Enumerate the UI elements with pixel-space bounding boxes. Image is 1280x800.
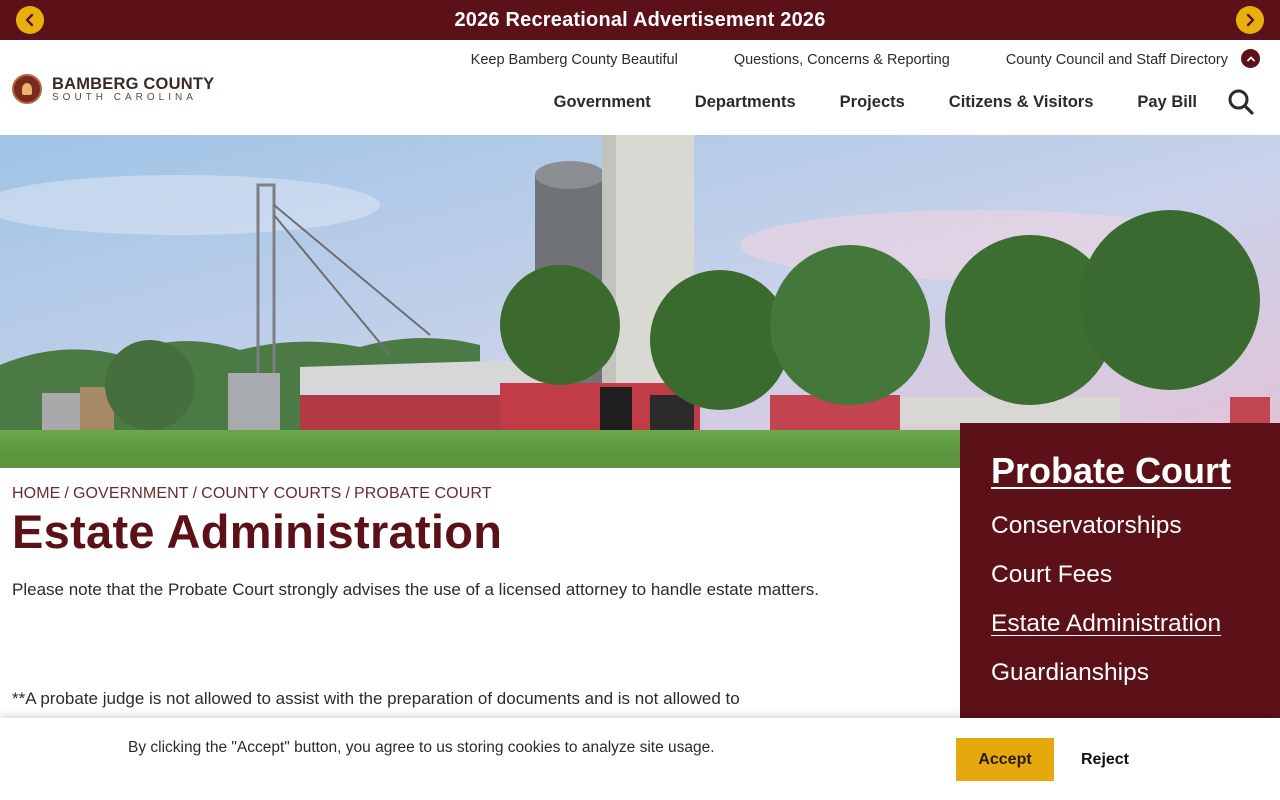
utility-link-directory[interactable]: County Council and Staff Directory [1006,52,1228,68]
sidebar-title-link[interactable]: Probate Court [991,449,1249,493]
logo-title: BAMBERG COUNTY [52,74,215,93]
utility-link-questions[interactable]: Questions, Concerns & Reporting [734,52,950,68]
breadcrumb-separator: / [192,485,198,502]
reject-cookies-button[interactable]: Reject [1062,738,1148,781]
cookie-message: By clicking the "Accept" button, you agr… [128,739,715,756]
site-header: BAMBERG COUNTY SOUTH CAROLINA Keep Bambe… [0,40,1280,135]
sidebar-item-estate-administration[interactable]: Estate Administration [991,605,1249,654]
chevron-right-icon [1246,13,1255,27]
nav-government[interactable]: Government [554,93,651,112]
hero-image [0,135,1280,468]
sidebar-item-guardianships[interactable]: Guardianships [991,654,1249,703]
logo-text: BAMBERG COUNTY SOUTH CAROLINA [52,74,215,103]
notice-paragraph: **A probate judge is not allowed to assi… [12,689,740,708]
search-icon [1228,89,1254,115]
utility-link-keep-beautiful[interactable]: Keep Bamberg County Beautiful [471,52,678,68]
sidebar-list: Conservatorships Court Fees Estate Admin… [991,507,1249,703]
nav-citizens-visitors[interactable]: Citizens & Visitors [949,93,1094,112]
breadcrumb: HOME / GOVERNMENT / COUNTY COURTS / PROBATE CO… [12,485,492,503]
breadcrumb-county-courts[interactable]: COUNTY COURTS [201,485,341,502]
cookie-banner: By clicking the "Accept" button, you agr… [0,718,1280,800]
logo-tagline: SOUTH CAROLINA [52,91,197,103]
chevron-up-icon [1246,56,1255,61]
breadcrumb-government[interactable]: GOVERNMENT [73,485,189,502]
nav-departments[interactable]: Departments [695,93,796,112]
county-seal-icon [12,74,42,104]
announcement-link[interactable]: 2026 Recreational Advertisement 2026 [454,9,825,32]
nav-projects[interactable]: Projects [840,93,905,112]
announcement-bar: 2026 Recreational Advertisement 2026 [0,0,1280,40]
sidebar-item-court-fees[interactable]: Court Fees [991,556,1249,605]
search-button[interactable] [1226,87,1256,117]
main-nav: Government Departments Projects Citizens… [554,93,1197,112]
collapse-utility-button[interactable] [1241,49,1260,68]
breadcrumb-probate-court[interactable]: PROBATE COURT [354,485,492,502]
breadcrumb-separator: / [345,485,350,502]
county-logo-link[interactable]: BAMBERG COUNTY SOUTH CAROLINA [12,74,214,104]
chevron-left-icon [25,13,34,27]
accept-cookies-button[interactable]: Accept [956,738,1054,781]
previous-announcement-button[interactable] [16,6,44,34]
intro-paragraph: Please note that the Probate Court stron… [12,580,820,599]
nav-pay-bill[interactable]: Pay Bill [1137,93,1197,112]
sidebar-item-conservatorships[interactable]: Conservatorships [991,507,1249,556]
utility-nav: Keep Bamberg County Beautiful Questions,… [471,52,1228,68]
next-announcement-button[interactable] [1236,6,1264,34]
breadcrumb-separator: / [64,485,69,502]
breadcrumb-home[interactable]: HOME [12,485,60,502]
page-title: Estate Administration [12,505,503,558]
